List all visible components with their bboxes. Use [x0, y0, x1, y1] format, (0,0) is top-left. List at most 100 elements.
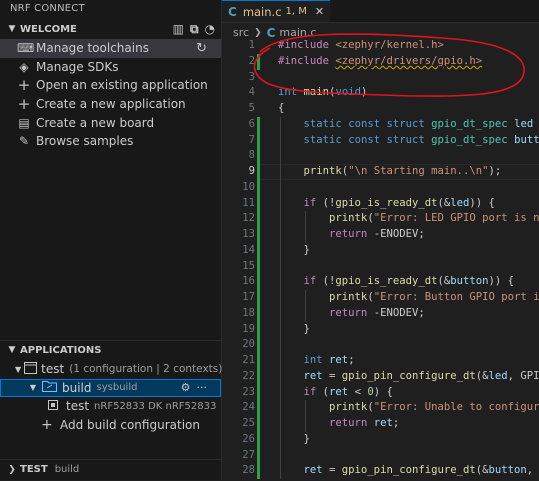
git-change-marker[interactable] [257, 384, 260, 401]
code-line[interactable]: 20 [222, 337, 539, 353]
code-line[interactable]: 14 } [222, 242, 539, 259]
git-change-marker[interactable] [257, 353, 260, 369]
code-line[interactable]: 9 printk("\n Starting main..\n"); [222, 164, 539, 180]
git-change-marker[interactable] [257, 179, 260, 196]
code-text: } [278, 243, 310, 256]
close-icon[interactable]: ✕ [315, 5, 324, 18]
git-change-marker[interactable] [257, 400, 260, 416]
app-name: test [41, 362, 65, 377]
target-row[interactable]: test nRF52833 DK nRF52833 [0, 397, 221, 416]
git-change-marker[interactable] [257, 290, 260, 306]
board-icon: ▤ [18, 115, 30, 130]
welcome-item-5[interactable]: ✎ Browse samples [0, 132, 221, 151]
git-change-marker[interactable] [257, 463, 260, 479]
code-line[interactable]: 23 if (ret < 0) { [222, 384, 539, 401]
test-header-detail: build [54, 464, 80, 475]
code-line[interactable]: 22 ret = gpio_pin_configure_dt(&led, GPI [222, 368, 539, 385]
code-text: ret = gpio_pin_configure_dt(&button, [303, 464, 534, 477]
git-change-marker[interactable] [257, 447, 260, 464]
indent-guide [305, 400, 306, 432]
code-line[interactable]: 18 return -ENODEV; [222, 305, 539, 322]
git-change-marker[interactable] [257, 132, 260, 149]
code-text: if (ret < 0) { [303, 385, 393, 398]
git-change-marker[interactable] [257, 431, 260, 448]
welcome-item-0[interactable]: ⌨ Manage toolchains ↻ [0, 39, 221, 58]
build-action-icon[interactable]: ⚙ [181, 381, 191, 394]
applications-section-header[interactable]: ▼ APPLICATIONS [0, 341, 221, 360]
welcome-item-1[interactable]: ◈ Manage SDKs [0, 58, 221, 77]
line-number: 15 [242, 259, 255, 272]
tab-main-c[interactable]: C main.c 1, M ✕ [222, 0, 331, 22]
git-change-marker[interactable] [257, 195, 260, 212]
welcome-item-3[interactable]: + Create a new application [0, 95, 221, 114]
support-icon[interactable]: ◔ [205, 20, 215, 39]
git-change-marker[interactable] [257, 368, 260, 385]
git-change-marker[interactable] [257, 164, 260, 180]
test-section[interactable]: ❯ TEST build [0, 459, 221, 481]
code-line[interactable]: 4 int main(void) [222, 85, 539, 101]
code-line[interactable]: 25 return ret; [222, 416, 539, 432]
line-number: 25 [242, 417, 255, 429]
code-line[interactable]: 13 return -ENODEV; [222, 227, 539, 243]
code-area[interactable]: 1 #include <zephyr/kernel.h> 2 #include <ze… [222, 38, 539, 479]
refresh-icon[interactable]: ↻ [196, 41, 207, 56]
code-line[interactable]: 24 printk("Error: Unable to configur [222, 400, 539, 416]
code-line[interactable]: 11 if (!gpio_is_ready_dt(&led)) { [222, 195, 539, 212]
add-build-configuration[interactable]: + Add build configuration [0, 416, 221, 435]
welcome-section-header[interactable]: ▼ WELCOME ▥ ⧉ ◔ [0, 20, 221, 39]
line-number: 16 [242, 275, 255, 288]
chevron-down-icon: ▼ [8, 24, 16, 34]
git-change-marker[interactable] [257, 321, 260, 338]
code-line[interactable]: 5{ [222, 101, 539, 117]
line-number: 21 [242, 354, 255, 366]
git-change-marker[interactable] [257, 305, 260, 322]
code-line[interactable]: 27 [222, 447, 539, 464]
code-line[interactable]: 16 if (!gpio_is_ready_dt(&button)) { [222, 274, 539, 290]
welcome-item-4[interactable]: ▤ Create a new board [0, 113, 221, 132]
code-line[interactable]: 1 #include <zephyr/kernel.h> [222, 38, 539, 54]
git-change-marker[interactable] [257, 416, 260, 432]
build-name: build [62, 380, 92, 395]
code-line[interactable]: 21 int ret; [222, 353, 539, 369]
line-number: 5 [248, 102, 255, 114]
git-change-marker[interactable] [257, 258, 260, 275]
chevron-down-icon: ▼ [8, 345, 16, 355]
code-line[interactable]: 2 #include <zephyr/drivers/gpio.h> [222, 53, 539, 70]
board-icon [47, 399, 61, 414]
line-number: 9 [248, 165, 255, 177]
welcome-item-2[interactable]: + Open an existing application [0, 76, 221, 95]
git-change-marker[interactable] [257, 242, 260, 259]
welcome-header-label: WELCOME [20, 24, 77, 35]
line-number: 22 [242, 369, 255, 382]
code-line[interactable]: 6 static const struct gpio_dt_spec led [222, 116, 539, 133]
code-line[interactable]: 17 printk("Error: Button GPIO port i [222, 290, 539, 306]
code-line[interactable]: 28 ret = gpio_pin_configure_dt(&button, [222, 463, 539, 479]
git-change-marker[interactable] [257, 227, 260, 243]
more-actions-icon[interactable]: ··· [197, 381, 208, 394]
code-line[interactable]: 7 static const struct gpio_dt_spec butt [222, 132, 539, 149]
git-change-marker[interactable] [257, 148, 260, 164]
code-line[interactable]: 3 [222, 70, 539, 86]
code-text: ret = gpio_pin_configure_dt(&led, GPI [303, 369, 539, 382]
code-line[interactable]: 12 printk("Error: LED GPIO port is n [222, 211, 539, 227]
git-change-marker[interactable] [257, 337, 260, 353]
line-number: 26 [242, 432, 255, 445]
code-line[interactable]: 19 } [222, 321, 539, 338]
line-number: 14 [242, 243, 255, 256]
chevron-down-icon: ▼ [15, 364, 22, 374]
git-change-marker[interactable] [257, 211, 260, 227]
code-text: return -ENODEV; [329, 228, 425, 240]
git-change-marker[interactable] [257, 274, 260, 290]
feedback-icon[interactable]: ⧉ [190, 20, 199, 39]
code-line[interactable]: 15 [222, 258, 539, 275]
app-row[interactable]: ▼ test (1 configuration | 2 contexts) [0, 360, 222, 379]
git-change-marker[interactable] [257, 116, 260, 133]
book-icon[interactable]: ▥ [173, 20, 184, 39]
code-text: { [278, 102, 285, 114]
code-line[interactable]: 8 [222, 148, 539, 164]
code-line[interactable]: 26 } [222, 431, 539, 448]
code-line[interactable]: 10 [222, 179, 539, 196]
git-change-marker[interactable] [257, 53, 260, 70]
build-row[interactable]: ▼ build sysbuild ⚙ ··· [0, 378, 221, 397]
sidebar: NRF CONNECT ▼ WELCOME ▥ ⧉ ◔ ⌨ Manage tool… [0, 0, 222, 480]
